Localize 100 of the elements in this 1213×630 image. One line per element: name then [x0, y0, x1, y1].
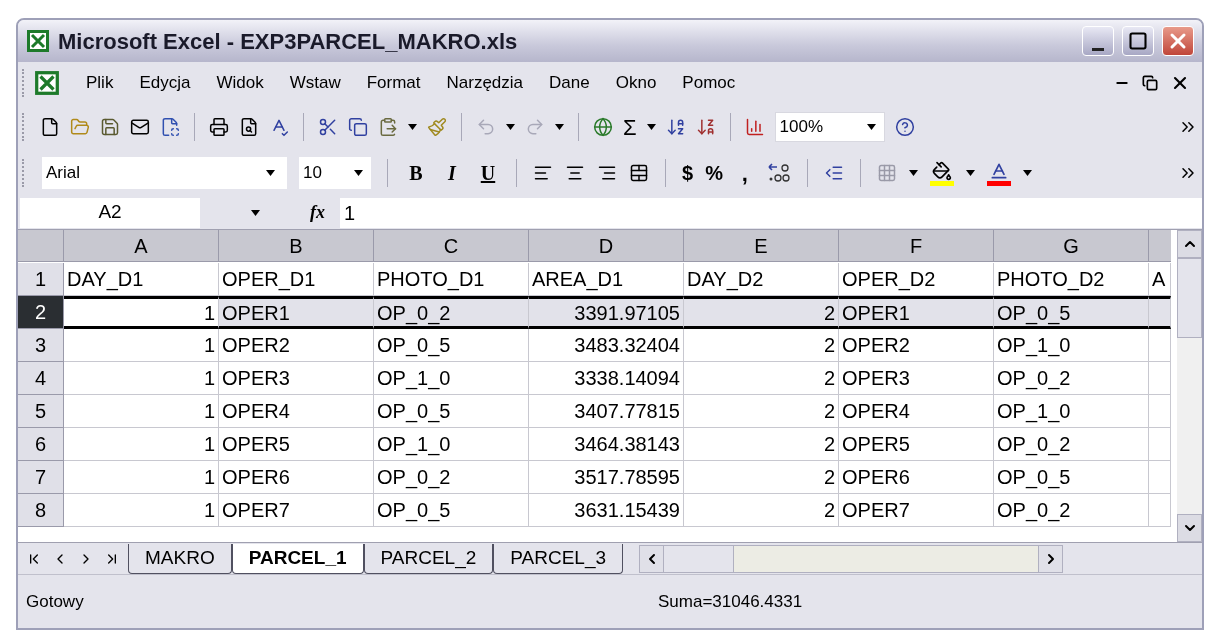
column-header[interactable]: E	[684, 230, 839, 262]
table-cell: OP_0_2	[374, 461, 529, 494]
paintbrush-icon[interactable]	[427, 117, 447, 137]
sheet-tab[interactable]: PARCEL_1	[231, 543, 364, 574]
underline-button[interactable]: U	[476, 158, 500, 188]
table-cell: 3391.97105	[529, 296, 684, 329]
row-header[interactable]: 6	[18, 428, 64, 461]
table-cell: 1	[64, 428, 219, 461]
table-cell: 3517.78595	[529, 461, 684, 494]
row-header[interactable]: 7	[18, 461, 64, 494]
table-cell: OP_1_0	[374, 362, 529, 395]
row-header[interactable]: 4	[18, 362, 64, 395]
table-cell: 2	[684, 329, 839, 362]
menu-item[interactable]: Narzędzia	[446, 70, 524, 96]
excel-logo-icon	[26, 29, 50, 53]
decrease-indent-icon[interactable]	[823, 163, 844, 183]
dropdown-arrow-icon[interactable]	[646, 124, 656, 130]
sheet-tab[interactable]: MAKRO	[128, 543, 232, 574]
menu-item[interactable]: Widok	[216, 70, 264, 96]
table-cell	[1149, 494, 1171, 527]
column-header[interactable]: F	[839, 230, 994, 262]
menu-item[interactable]: Plik	[86, 70, 114, 96]
menu-item[interactable]: Pomoc	[682, 70, 736, 96]
chart-icon[interactable]	[744, 117, 765, 137]
dropdown-arrow-icon[interactable]	[555, 124, 564, 130]
column-header[interactable]: C	[374, 230, 529, 262]
maximize-button[interactable]	[1122, 26, 1154, 56]
restore-workbook-icon[interactable]	[1142, 75, 1158, 91]
table-cell: OPER5	[219, 428, 374, 461]
percent-button[interactable]: %	[705, 158, 723, 188]
printer-icon[interactable]	[209, 117, 229, 137]
globe-icon[interactable]	[593, 117, 613, 137]
dropdown-arrow-icon[interactable]	[250, 209, 260, 216]
table-cell: 1	[64, 329, 219, 362]
merge-center-icon[interactable]	[629, 163, 649, 183]
paste-icon[interactable]	[378, 117, 398, 137]
menu-item[interactable]: Okno	[615, 70, 657, 96]
column-header[interactable]: D	[529, 230, 684, 262]
align-right-icon[interactable]	[597, 163, 617, 183]
italic-button[interactable]: I	[440, 158, 464, 188]
help-icon[interactable]	[894, 117, 915, 137]
vertical-scrollbar[interactable]	[1177, 230, 1202, 542]
font-size-field[interactable]: 10	[299, 157, 371, 189]
sheet-tab[interactable]: PARCEL_2	[363, 543, 494, 574]
new-file-icon[interactable]	[40, 117, 60, 137]
table-cell: 2	[684, 461, 839, 494]
save-icon[interactable]	[100, 117, 120, 137]
cut-icon[interactable]	[318, 117, 338, 137]
row-header[interactable]: 5	[18, 395, 64, 428]
mail-icon[interactable]	[130, 117, 150, 137]
sort-descending-icon[interactable]	[695, 117, 716, 137]
menu-item[interactable]: Format	[366, 70, 421, 96]
column-header[interactable]: G	[994, 230, 1149, 262]
minimize-button[interactable]	[1082, 26, 1114, 56]
name-box[interactable]: A2	[20, 197, 200, 228]
row-header[interactable]: 1	[18, 263, 64, 296]
comma-button[interactable]: ,	[734, 156, 755, 190]
dropdown-arrow-icon[interactable]	[408, 124, 417, 130]
close-button[interactable]	[1162, 26, 1194, 56]
bold-button[interactable]: B	[404, 158, 428, 188]
menu-item[interactable]: Dane	[549, 70, 590, 96]
dropdown-arrow-icon[interactable]	[266, 170, 275, 176]
row-header[interactable]: 2	[18, 296, 64, 329]
align-center-icon[interactable]	[565, 163, 585, 183]
column-header[interactable]: B	[219, 230, 374, 262]
dropdown-arrow-icon[interactable]	[506, 124, 515, 130]
font-field[interactable]: Arial	[42, 157, 287, 189]
function-button[interactable]: fx	[310, 199, 340, 226]
menu-item[interactable]: Edycja	[139, 70, 191, 96]
dropdown-arrow-icon[interactable]	[354, 170, 363, 176]
dropdown-arrow-icon[interactable]	[908, 170, 918, 176]
sheet-tab[interactable]: PARCEL_3	[493, 543, 624, 574]
dropdown-arrow-icon[interactable]	[1022, 170, 1032, 176]
align-left-icon[interactable]	[533, 163, 553, 183]
folder-icon[interactable]	[70, 117, 90, 137]
table-cell: PHOTO_D2	[994, 263, 1149, 296]
table-cell: OP_0_5	[374, 494, 529, 527]
fill-color-icon[interactable]	[929, 160, 954, 186]
dropdown-arrow-icon[interactable]	[866, 124, 876, 130]
workbook-icon	[34, 70, 60, 96]
sort-ascending-icon[interactable]	[665, 117, 686, 137]
table-cell: OP_1_0	[994, 395, 1149, 428]
currency-button[interactable]: $	[682, 158, 694, 188]
row-header[interactable]: 8	[18, 494, 64, 527]
row-header[interactable]: 3	[18, 329, 64, 362]
table-cell: OP_0_2	[994, 428, 1149, 461]
formula-field[interactable]: 1	[340, 197, 1202, 228]
table-cell: 3483.32404	[529, 329, 684, 362]
copy-icon[interactable]	[348, 117, 368, 137]
table-cell	[1149, 428, 1171, 461]
increase-decimal-icon[interactable]	[766, 162, 791, 184]
column-header[interactable]: A	[64, 230, 219, 262]
autosum-button[interactable]: Σ	[623, 110, 637, 144]
dropdown-arrow-icon[interactable]	[965, 170, 975, 176]
print-preview-icon[interactable]	[239, 117, 259, 137]
zoom-field[interactable]: 100%	[774, 112, 885, 142]
table-cell: OPER1	[219, 296, 374, 329]
scroll-thumb[interactable]	[664, 545, 735, 572]
table-cell: OPER3	[219, 362, 374, 395]
menu-item[interactable]: Wstaw	[289, 70, 341, 96]
